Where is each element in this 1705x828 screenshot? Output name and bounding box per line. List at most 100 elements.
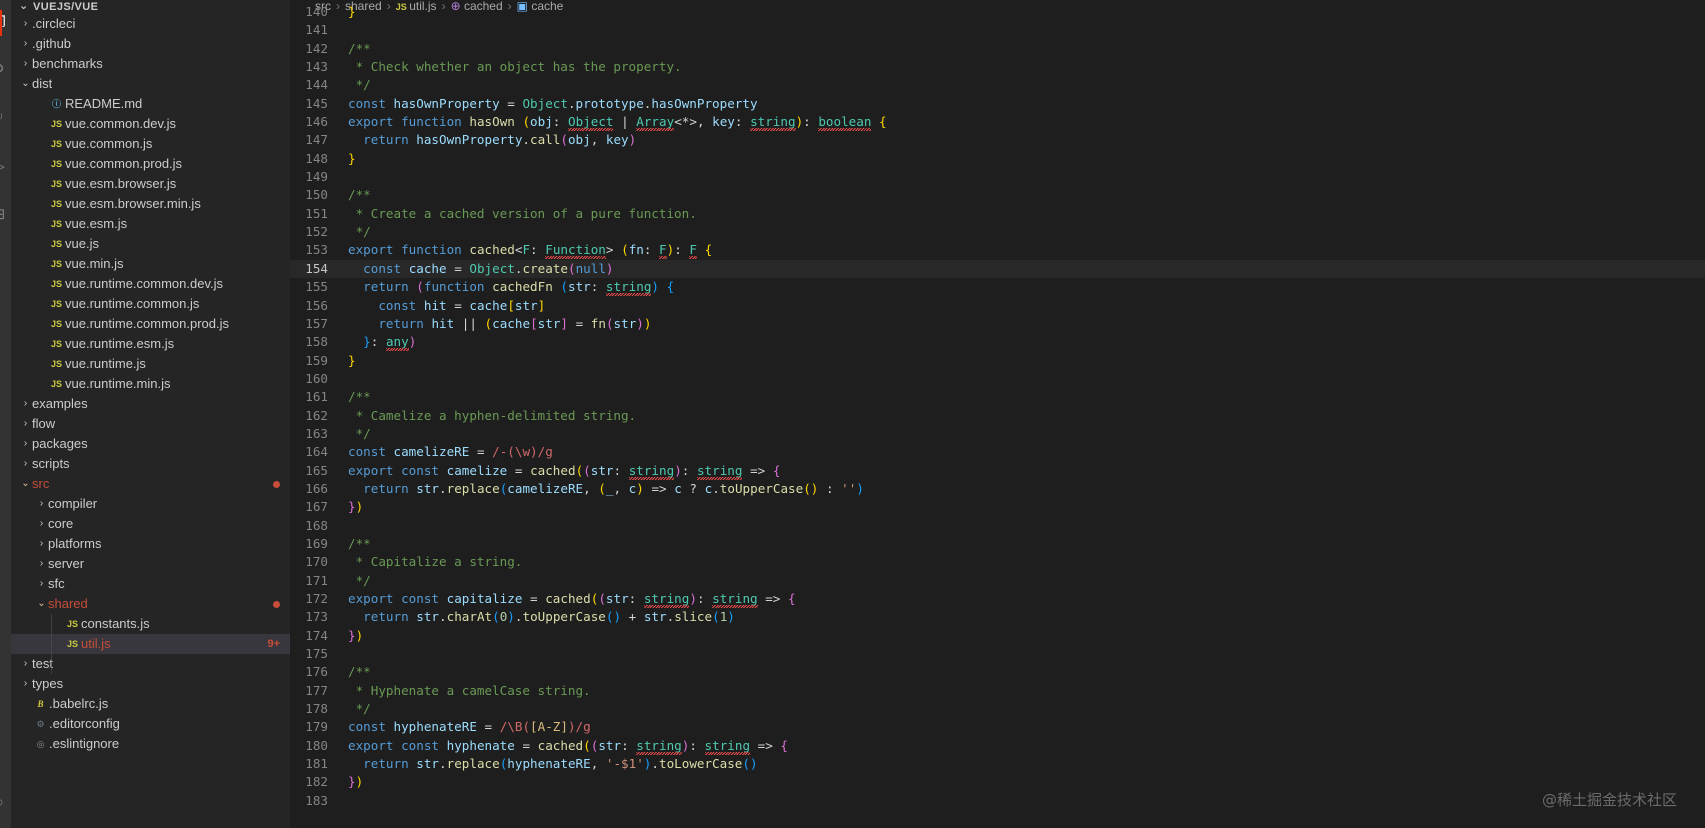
code-line[interactable]: 161 /** — [290, 388, 1705, 406]
code-line[interactable]: 142 /** — [290, 40, 1705, 58]
chevron-right-icon[interactable]: › — [35, 494, 48, 514]
code-editor-content[interactable]: 140} 141 142/** 143 * Check whether an obje… — [290, 3, 1705, 828]
tree-folder-circleci[interactable]: › .circleci — [11, 14, 290, 34]
code-line[interactable]: 169 /** — [290, 535, 1705, 553]
tree-file-constants-js[interactable]: JS constants.js — [11, 614, 290, 634]
chevron-right-icon[interactable]: › — [19, 14, 32, 34]
code-line[interactable]: 177 * Hyphenate a camelCase string. — [290, 682, 1705, 700]
code-line[interactable]: 180 export const hyphenate = cached((str:… — [290, 737, 1705, 755]
code-line[interactable]: 165 export const camelize = cached((str: … — [290, 462, 1705, 480]
tree-folder-github[interactable]: › .github — [11, 34, 290, 54]
tree-file-vue-runtime-js[interactable]: JS vue.runtime.js — [11, 354, 290, 374]
tree-folder-types[interactable]: › types — [11, 674, 290, 694]
tree-file-vue-runtime-min-js[interactable]: JS vue.runtime.min.js — [11, 374, 290, 394]
code-line[interactable]: 164 const camelizeRE = /-(\w)/g — [290, 443, 1705, 461]
search-icon[interactable]: ⚲ — [0, 58, 11, 84]
code-line[interactable]: 159} — [290, 352, 1705, 370]
code-line[interactable]: 145 const hasOwnProperty = Object.prototy… — [290, 95, 1705, 113]
code-line[interactable]: 147 return hasOwnProperty.call(obj, key) — [290, 131, 1705, 149]
tree-folder-examples[interactable]: › examples — [11, 394, 290, 414]
tree-file-vue-js[interactable]: JS vue.js — [11, 234, 290, 254]
tree-folder-core[interactable]: › core — [11, 514, 290, 534]
code-line[interactable]: 155 return (function cachedFn (str: stri… — [290, 278, 1705, 296]
code-line[interactable]: 144 */ — [290, 76, 1705, 94]
code-line[interactable]: 149 — [290, 168, 1705, 186]
tree-folder-packages[interactable]: › packages — [11, 434, 290, 454]
code-line[interactable]: 146 export function hasOwn (obj: Object |… — [290, 113, 1705, 131]
code-line[interactable]: 157 return hit || (cache[str] = fn(str)) — [290, 315, 1705, 333]
chevron-right-icon[interactable]: › — [35, 554, 48, 574]
code-line[interactable]: 172 export const capitalize = cached((str… — [290, 590, 1705, 608]
code-line[interactable]: 175 — [290, 645, 1705, 663]
tree-file-babelrc-js[interactable]: B .babelrc.js — [11, 694, 290, 714]
code-line[interactable]: 153 export function cached<F: Function> (… — [290, 241, 1705, 259]
chevron-right-icon[interactable]: › — [19, 434, 32, 454]
tree-folder-shared[interactable]: ⌄ shared — [11, 594, 290, 614]
code-line[interactable]: 173 return str.charAt(0).toUpperCase() +… — [290, 608, 1705, 626]
code-line[interactable]: 168 — [290, 517, 1705, 535]
code-line[interactable]: 148} — [290, 150, 1705, 168]
extensions-icon[interactable]: ⊞ — [0, 202, 11, 228]
chevron-right-icon[interactable]: › — [19, 34, 32, 54]
accounts-icon[interactable]: ○ — [0, 790, 11, 816]
code-line[interactable]: 160 — [290, 370, 1705, 388]
tree-folder-sfc[interactable]: › sfc — [11, 574, 290, 594]
chevron-right-icon[interactable]: › — [35, 514, 48, 534]
tree-file-editorconfig[interactable]: ⚙ .editorconfig — [11, 714, 290, 734]
tree-folder-src[interactable]: ⌄ src — [11, 474, 290, 494]
tree-folder-compiler[interactable]: › compiler — [11, 494, 290, 514]
chevron-down-icon[interactable]: ⌄ — [19, 74, 32, 94]
code-line[interactable]: 166 return str.replace(camelizeRE, (_, c… — [290, 480, 1705, 498]
code-line[interactable]: 171 */ — [290, 572, 1705, 590]
code-line[interactable]: 183 — [290, 792, 1705, 810]
tree-file-vue-min-js[interactable]: JS vue.min.js — [11, 254, 290, 274]
tree-folder-server[interactable]: › server — [11, 554, 290, 574]
code-line[interactable]: 176 /** — [290, 663, 1705, 681]
chevron-down-icon[interactable]: ⌄ — [35, 594, 48, 614]
tree-file-vue-runtime-common-dev-js[interactable]: JS vue.runtime.common.dev.js — [11, 274, 290, 294]
tree-folder-platforms[interactable]: › platforms — [11, 534, 290, 554]
tree-file-vue-common-prod-js[interactable]: JS vue.common.prod.js — [11, 154, 290, 174]
chevron-right-icon[interactable]: › — [19, 654, 32, 674]
tree-folder-dist[interactable]: ⌄ dist — [11, 74, 290, 94]
tree-file-vue-runtime-common-prod-js[interactable]: JS vue.runtime.common.prod.js — [11, 314, 290, 334]
chevron-right-icon[interactable]: › — [19, 394, 32, 414]
code-line[interactable]: 181 return str.replace(hyphenateRE, '-$1… — [290, 755, 1705, 773]
code-line[interactable]: 162 * Camelize a hyphen-delimited string… — [290, 407, 1705, 425]
tree-folder-flow[interactable]: › flow — [11, 414, 290, 434]
source-control-icon[interactable]: ⑂ — [0, 106, 11, 132]
code-line[interactable]: 143 * Check whether an object has the pr… — [290, 58, 1705, 76]
tree-folder-scripts[interactable]: › scripts — [11, 454, 290, 474]
tree-file-vue-common-dev-js[interactable]: JS vue.common.dev.js — [11, 114, 290, 134]
code-line[interactable]: 167}) — [290, 498, 1705, 516]
tree-file-util-js[interactable]: JS util.js 9+ — [11, 634, 290, 654]
code-line[interactable]: 151 * Create a cached version of a pure … — [290, 205, 1705, 223]
explorer-root-folder[interactable]: ⌄ VUEJS/VUE — [11, 0, 290, 14]
chevron-right-icon[interactable]: › — [35, 574, 48, 594]
tree-file-vue-esm-browser-min-js[interactable]: JS vue.esm.browser.min.js — [11, 194, 290, 214]
tree-folder-test[interactable]: › test — [11, 654, 290, 674]
tree-file-vue-common-js[interactable]: JS vue.common.js — [11, 134, 290, 154]
code-line[interactable]: 178 */ — [290, 700, 1705, 718]
tree-file-vue-runtime-esm-js[interactable]: JS vue.runtime.esm.js — [11, 334, 290, 354]
tree-file-vue-runtime-common-js[interactable]: JS vue.runtime.common.js — [11, 294, 290, 314]
code-line[interactable]: 150 /** — [290, 186, 1705, 204]
code-line[interactable]: 179 const hyphenateRE = /\B([A-Z])/g — [290, 718, 1705, 736]
chevron-down-icon[interactable]: ⌄ — [19, 474, 32, 494]
tree-folder-benchmarks[interactable]: › benchmarks — [11, 54, 290, 74]
tree-file-eslintignore[interactable]: ◎ .eslintignore — [11, 734, 290, 754]
chevron-right-icon[interactable]: › — [19, 454, 32, 474]
code-line[interactable]: 154 const cache = Object.create(null) — [290, 259, 1705, 279]
code-line[interactable]: 152 */ — [290, 223, 1705, 241]
tree-file-vue-esm-js[interactable]: JS vue.esm.js — [11, 214, 290, 234]
code-line[interactable]: 163 */ — [290, 425, 1705, 443]
tree-file-vue-esm-browser-js[interactable]: JS vue.esm.browser.js — [11, 174, 290, 194]
code-line[interactable]: 170 * Capitalize a string. — [290, 553, 1705, 571]
code-line[interactable]: 158 }: any) — [290, 333, 1705, 351]
code-line[interactable]: 182}) — [290, 773, 1705, 791]
code-line[interactable]: 156 const hit = cache[str] — [290, 297, 1705, 315]
tree-file-readme-md[interactable]: ⓘ README.md — [11, 94, 290, 114]
chevron-right-icon[interactable]: › — [19, 674, 32, 694]
code-line[interactable]: 141 — [290, 21, 1705, 39]
chevron-right-icon[interactable]: › — [19, 414, 32, 434]
